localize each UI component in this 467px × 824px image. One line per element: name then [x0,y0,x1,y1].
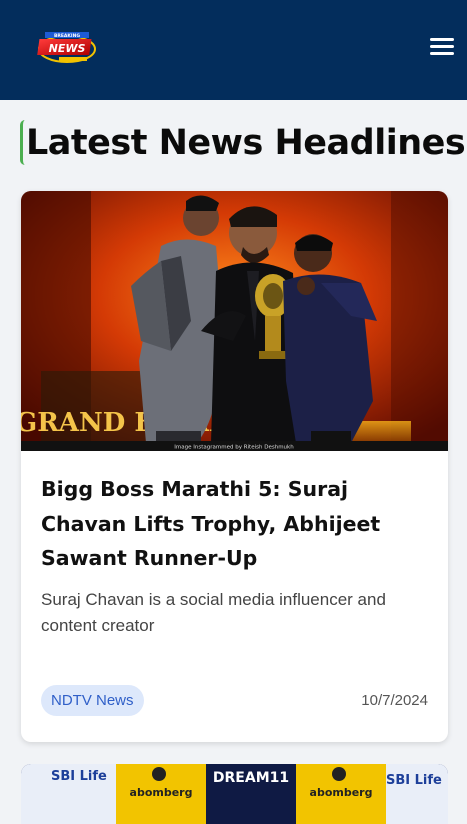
banner-label: SBI Life [386,773,442,788]
logo-text: NEWS [49,42,86,55]
news-card-description: Suraj Chavan is a social media influence… [41,590,386,635]
hamburger-menu-icon[interactable] [430,36,456,58]
publish-date: 10/7/2024 [361,692,428,709]
news-card-headline[interactable]: Bigg Boss Marathi 5: Suraj Chavan Lifts … [41,472,421,576]
news-card-image[interactable]: SBI Life abomberg DREAM11 abomberg SBI L… [21,764,448,824]
app-header: BREAKING NEWS [0,0,467,100]
banner-label: abomberg [130,786,193,799]
banner-label: SBI Life [51,769,107,784]
page-title: Latest News Headlines [26,123,466,163]
news-card[interactable]: GRAND FINALE Image Instagrammed by Ritei… [21,191,448,742]
banner-label: DREAM11 [213,770,289,786]
image-caption: Image Instagrammed by Riteish Deshmukh [174,445,294,451]
logo-subtext: BREAKING [54,33,80,39]
source-badge: NDTV News [41,685,144,716]
news-card-image[interactable]: GRAND FINALE Image Instagrammed by Ritei… [21,191,448,451]
banner-label: abomberg [310,786,373,799]
news-logo[interactable]: BREAKING NEWS [37,28,97,68]
news-card[interactable]: SBI Life abomberg DREAM11 abomberg SBI L… [21,764,448,824]
